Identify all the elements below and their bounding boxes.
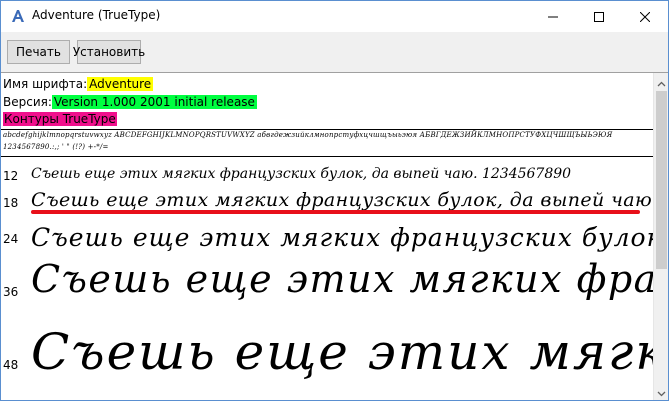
close-button[interactable]: [622, 1, 668, 32]
annotation-underline: [31, 210, 640, 214]
window-title: Adventure (TrueType): [32, 8, 161, 22]
size-label-12: 12: [3, 169, 19, 183]
minimize-button[interactable]: [530, 1, 576, 32]
size-label-36: 36: [3, 285, 19, 299]
maximize-button[interactable]: [576, 1, 622, 32]
font-name-line: Имя шрифта: Adventure: [3, 76, 154, 92]
sample-text-36: Съешь еще этих мягких французских булок,…: [31, 257, 653, 301]
title-bar[interactable]: Adventure (TrueType): [1, 1, 668, 32]
scrollbar-thumb[interactable]: [656, 91, 667, 269]
version-label: Версия:: [3, 95, 52, 109]
font-viewer-window: Adventure (TrueType) Печать Установить И…: [0, 0, 669, 401]
print-button[interactable]: Печать: [7, 40, 70, 64]
scroll-up-button[interactable]: [654, 72, 668, 91]
charset-line-digits: 1234567890.:,; ' " (!?) +-*/=: [3, 143, 109, 151]
divider-top: [1, 129, 653, 130]
close-icon: [640, 11, 650, 22]
font-name-label: Имя шрифта:: [3, 77, 88, 91]
version-line: Версия: Version 1.000 2001 initial releas…: [3, 94, 257, 110]
install-button[interactable]: Установить: [73, 40, 145, 64]
sample-text-12: Съешь еще этих мягких французских булок,…: [31, 166, 572, 182]
size-label-48: 48: [3, 358, 19, 372]
chevron-up-icon: [657, 72, 666, 91]
outline-line: Контуры TrueType: [3, 111, 117, 127]
font-viewer-icon: [10, 8, 26, 24]
font-name-value: Adventure: [87, 77, 154, 91]
scroll-down-button[interactable]: [654, 382, 668, 400]
sample-text-18: Съешь еще этих мягких французских булок,…: [31, 189, 653, 211]
minimize-icon: [548, 12, 558, 22]
sample-text-48: Съешь еще этих мягких французских булок,…: [31, 323, 653, 381]
toolbar: Печать Установить: [1, 32, 668, 73]
size-label-18: 18: [3, 196, 19, 210]
sample-text-24: Съешь еще этих мягких французских булок,…: [31, 223, 653, 252]
maximize-icon: [594, 11, 604, 22]
chevron-down-icon: [657, 382, 666, 400]
charset-line-letters: abcdefghijklmnopqrstuvwxyz ABCDEFGHIJKLM…: [3, 131, 613, 139]
vertical-scrollbar[interactable]: [653, 73, 668, 400]
divider-bottom: [1, 156, 653, 157]
size-label-24: 24: [3, 232, 19, 246]
font-preview-area[interactable]: Имя шрифта: Adventure Версия: Version 1.00…: [1, 73, 653, 400]
outline-type-value: Контуры TrueType: [3, 112, 117, 126]
version-value: Version 1.000 2001 initial release: [51, 95, 257, 109]
